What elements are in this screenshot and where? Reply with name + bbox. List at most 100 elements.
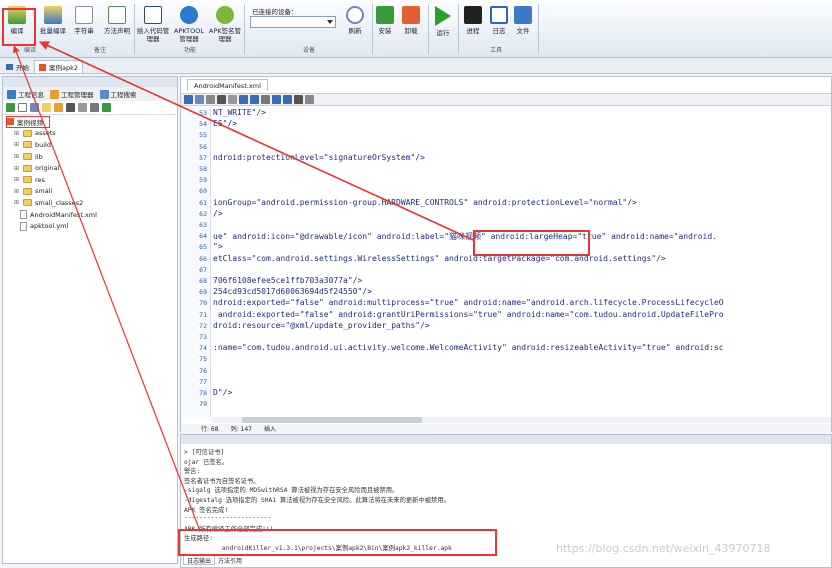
editor-tab[interactable]: AndroidManifest.xml: [187, 79, 268, 91]
ribbon-toolbar: 编译 批量编译 字符串 方法声明 插入代码管理器 APKTOOL管理器 APK签…: [0, 0, 832, 58]
tree-item-assets[interactable]: ⊞ assets: [6, 128, 177, 140]
folder-icon[interactable]: [42, 103, 51, 112]
apktool-manager-button[interactable]: APKTOOL管理器: [172, 0, 206, 43]
tree-root[interactable]: 案例视频: [6, 116, 50, 128]
expand-icon[interactable]: ⊞: [14, 153, 20, 160]
code-manager-button[interactable]: 插入代码管理器: [136, 0, 170, 43]
code-line: ue" android:icon="@drawable/icon" androi…: [213, 232, 718, 242]
settings-icon[interactable]: [305, 95, 314, 104]
search-icon: [99, 89, 109, 99]
new-file-icon[interactable]: [18, 103, 27, 112]
tree-item-build[interactable]: ⊞ build: [6, 139, 177, 151]
expand-icon[interactable]: ⊞: [14, 176, 20, 183]
code-line: droid:resource="@xml/update_provider_pat…: [213, 320, 430, 330]
output-header: [181, 435, 831, 444]
home-icon: [6, 63, 13, 70]
panel-header: [3, 77, 177, 87]
run-button[interactable]: 运行: [426, 0, 460, 37]
expand-icon[interactable]: ⊞: [14, 141, 20, 148]
string-button[interactable]: 字符串: [67, 0, 101, 35]
tab-project[interactable]: 案例apk2: [34, 60, 84, 73]
output-line: ojar 已签名。: [184, 458, 229, 466]
line-number: 55: [199, 131, 207, 140]
list-icon[interactable]: [30, 103, 39, 112]
device-select[interactable]: [250, 16, 336, 28]
line-number: 72: [199, 321, 207, 330]
tree-item-apktool-yml[interactable]: apktool.yml: [6, 220, 177, 232]
line-number: 75: [199, 355, 207, 364]
output-line: -digestalg 选项指定的 SHA1 算法被视为存在安全风险。此算法将在未…: [184, 497, 450, 504]
undo-icon[interactable]: [239, 95, 248, 104]
code-line: NT_WRITE"/>: [213, 108, 266, 117]
cut-icon[interactable]: [217, 95, 226, 104]
tree-item-lib[interactable]: ⊞ lib: [6, 151, 177, 163]
copy-icon[interactable]: [78, 103, 87, 112]
code-line: ndroid:exported="false" android:multipro…: [213, 298, 724, 308]
scrollbar-thumb[interactable]: [242, 417, 422, 423]
output-line: 警告:: [184, 468, 201, 476]
folder-icon: [23, 164, 32, 172]
redo-icon[interactable]: [250, 95, 259, 104]
batch-compile-button[interactable]: 批量编译: [36, 0, 70, 35]
tab-project-search[interactable]: 工程搜索: [99, 89, 137, 99]
tab-method-ref[interactable]: 方法引用: [215, 555, 245, 565]
project-panel: 工程信息 工程管理器 工程搜索 案例视频 ⊞ assets ⊞ build ⊞ lib…: [2, 76, 178, 564]
line-number: 62: [199, 209, 207, 218]
method-icon: [108, 6, 126, 24]
tab-home[interactable]: 开始: [2, 60, 33, 73]
apk-sign-manager-button[interactable]: APK签名管理器: [208, 0, 242, 43]
file-icon: [514, 6, 532, 24]
process-icon: [464, 6, 482, 24]
save-icon[interactable]: [195, 95, 204, 104]
expand-icon[interactable]: ⊞: [14, 165, 20, 172]
refresh-icon[interactable]: [6, 103, 15, 112]
tree-item-manifest[interactable]: AndroidManifest.xml: [6, 209, 177, 221]
cut-icon[interactable]: [66, 103, 75, 112]
copy-icon[interactable]: [206, 95, 215, 104]
tree-item-original[interactable]: ⊞ original: [6, 162, 177, 174]
code-area[interactable]: NT_WRITE"/> ES"/> ndroid:protectionLevel="…: [212, 107, 831, 417]
arrow-left-icon[interactable]: [272, 95, 281, 104]
expand-icon[interactable]: ⊞: [14, 188, 20, 195]
folder-icon: [23, 141, 32, 149]
code-line: :name="com.tudou.android.ui.activity.wel…: [213, 343, 724, 353]
edit-icon[interactable]: [54, 103, 63, 112]
compile-highlight: [2, 8, 36, 46]
project-icon: [39, 63, 46, 71]
uninstall-button[interactable]: 卸载: [394, 0, 428, 35]
line-number: 68: [199, 277, 207, 285]
expand-icon[interactable]: ⊞: [14, 199, 20, 206]
method-declaration-button[interactable]: 方法声明: [100, 0, 134, 35]
group-label-compile: 编译: [24, 47, 37, 54]
status-mode: 插入: [263, 426, 276, 433]
tab-project-info[interactable]: 工程信息: [7, 89, 44, 99]
add-icon[interactable]: [102, 103, 111, 112]
folder-icon: [23, 176, 32, 184]
arrow-right-icon[interactable]: [283, 95, 292, 104]
line-number: 63: [199, 221, 207, 229]
output-line: APK 签名完成!: [184, 506, 229, 514]
code-line: ">: [213, 242, 223, 252]
document-tabs: 开始 案例apk2: [0, 58, 832, 74]
expand-icon[interactable]: ⊞: [14, 130, 20, 137]
refresh-button[interactable]: 刷新: [338, 0, 372, 35]
project-icon: [7, 118, 14, 126]
code-line: ndroid:protectionLevel="signatureOrSyste…: [213, 152, 425, 162]
code-line: ionGroup="android.permission-group.HARDW…: [213, 197, 637, 207]
editor-toolbar: [181, 93, 831, 106]
tree-item-smali-classes2[interactable]: ⊞ smali_classes2: [6, 197, 177, 209]
line-number: 54: [199, 120, 207, 129]
paste-icon[interactable]: [228, 95, 237, 104]
tree-item-smali[interactable]: ⊞ smali: [6, 186, 177, 198]
folder-icon: [23, 199, 32, 207]
tree-item-res[interactable]: ⊞ res: [6, 174, 177, 186]
file-button[interactable]: 文件: [506, 0, 540, 35]
format-icon[interactable]: [294, 95, 303, 104]
paste-icon[interactable]: [90, 103, 99, 112]
group-label-tools: 工具: [490, 47, 503, 54]
horizontal-scrollbar[interactable]: [212, 417, 831, 423]
search-icon[interactable]: [261, 95, 270, 104]
lock-icon[interactable]: [184, 95, 193, 104]
tab-log-output[interactable]: 日志输出: [183, 555, 216, 565]
tab-project-manager[interactable]: 工程管理器: [50, 89, 94, 99]
